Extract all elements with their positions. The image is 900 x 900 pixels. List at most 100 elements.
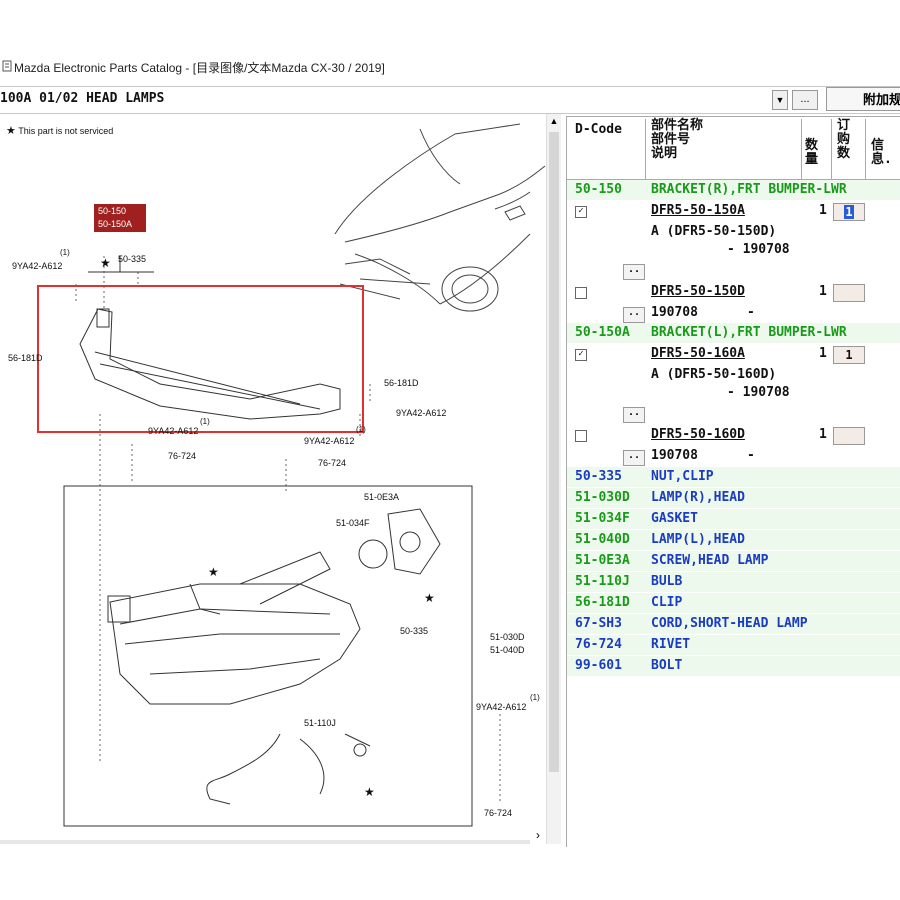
part-number[interactable]: DFR5-50-150A <box>651 201 745 221</box>
callout-label[interactable]: 76-724 <box>484 808 512 818</box>
callout-label[interactable]: 51-0E3A <box>364 492 399 502</box>
more-info-button[interactable]: .. <box>623 307 645 323</box>
more-info-button[interactable]: .. <box>623 407 645 423</box>
part-description: NUT,CLIP <box>651 469 714 484</box>
part-description: CORD,SHORT-HEAD LAMP <box>651 616 808 631</box>
part-number-row[interactable]: DFR5-50-150D 1 <box>567 282 900 302</box>
callout-label[interactable]: 51-030D <box>490 632 525 642</box>
part-dcode: 50-150 <box>575 182 622 197</box>
part-number[interactable]: DFR5-50-160A <box>651 344 745 364</box>
header-quantity[interactable]: 数量 <box>805 139 827 167</box>
browse-button[interactable]: ... <box>792 90 818 110</box>
section-dropdown-button[interactable]: ▼ <box>772 90 788 110</box>
more-row: .. <box>567 403 900 423</box>
part-number[interactable]: DFR5-50-150D <box>651 282 745 302</box>
part-description: LAMP(R),HEAD <box>651 490 745 505</box>
select-checkbox[interactable] <box>575 430 587 442</box>
header-order-qty[interactable]: 订购数 <box>837 119 859 161</box>
highlight-label-50-150a[interactable]: 50-150A <box>98 219 132 229</box>
callout-label[interactable]: 56-181D <box>384 378 419 388</box>
part-group-row[interactable]: 50-335 NUT,CLIP <box>567 467 900 487</box>
part-group-row[interactable]: 51-0E3A SCREW,HEAD LAMP <box>567 551 900 571</box>
select-checkbox[interactable]: ✓ <box>575 206 587 218</box>
part-number[interactable]: DFR5-50-160D <box>651 425 745 445</box>
leader-lines <box>75 256 501 804</box>
callout-superscript: (1) <box>60 248 70 257</box>
callout-label[interactable]: 9YA42-A612 <box>476 702 526 712</box>
order-qty-input[interactable] <box>833 284 865 302</box>
part-description: BOLT <box>651 658 683 673</box>
callout-label[interactable]: 51-040D <box>490 645 525 655</box>
part-note-row: .. 190708 - <box>567 446 900 466</box>
column-divider <box>865 119 866 181</box>
column-divider <box>831 119 832 181</box>
callout-superscript: (1) <box>200 417 210 426</box>
part-qty: 1 <box>819 427 827 442</box>
callout-label[interactable]: 50-335 <box>400 626 428 636</box>
part-number-row[interactable]: ✓ DFR5-50-160A 1 1 <box>567 344 900 364</box>
order-qty-input[interactable]: 1 <box>833 346 865 364</box>
part-group-row[interactable]: 67-SH3 CORD,SHORT-HEAD LAMP <box>567 614 900 634</box>
diagram-vertical-scrollbar[interactable]: ▲ <box>546 114 561 844</box>
scroll-up-icon[interactable]: ▲ <box>547 114 561 128</box>
highlight-label-50-150[interactable]: 50-150 <box>98 206 126 216</box>
part-dcode: 76-724 <box>575 637 622 652</box>
part-dcode: 51-030D <box>575 490 630 505</box>
part-number-row[interactable]: DFR5-50-160D 1 <box>567 425 900 445</box>
callout-label[interactable]: 50-335 <box>118 254 146 264</box>
part-note: A (DFR5-50-150D) <box>651 224 777 239</box>
callout-label[interactable]: 51-034F <box>336 518 370 528</box>
star-icon: ★ <box>100 256 111 270</box>
parts-list-rows: 50-150 BRACKET(R),FRT BUMPER-LWR ✓ DFR5-… <box>567 180 900 680</box>
header-dcode[interactable]: D-Code <box>575 123 622 137</box>
part-dcode: 51-040D <box>575 532 630 547</box>
part-group-row[interactable]: 56-181D CLIP <box>567 593 900 613</box>
part-number-row[interactable]: ✓ DFR5-50-150A 1 1 <box>567 201 900 221</box>
part-group-row[interactable]: 51-034F GASKET <box>567 509 900 529</box>
part-note-suffix: - <box>747 305 755 320</box>
part-group-row[interactable]: 50-150 BRACKET(R),FRT BUMPER-LWR <box>567 180 900 200</box>
part-group-row[interactable]: 51-040D LAMP(L),HEAD <box>567 530 900 550</box>
callout-label[interactable]: 9YA42-A612 <box>148 426 198 436</box>
part-note-row: - 190708 <box>567 240 900 260</box>
more-info-button[interactable]: .. <box>623 264 645 280</box>
callout-label[interactable]: 76-724 <box>168 451 196 461</box>
section-select[interactable]: 100A 01/02 HEAD LAMPS <box>0 89 770 109</box>
select-checkbox[interactable]: ✓ <box>575 349 587 361</box>
header-name-line: 部件号 <box>651 132 691 147</box>
callout-label[interactable]: 51-110J <box>304 718 336 728</box>
part-group-row[interactable]: 76-724 RIVET <box>567 635 900 655</box>
order-qty-input[interactable] <box>833 427 865 445</box>
part-note: - 190708 <box>727 242 790 257</box>
part-description: GASKET <box>651 511 698 526</box>
exploded-diagram-svg: 50-150 50-150A ★ ★ ★ ★ (1) 9YA42-A612 50… <box>8 123 546 827</box>
callout-label[interactable]: 9YA42-A612 <box>12 261 62 271</box>
header-part-name[interactable]: 部件名称 部件号 说明 <box>651 119 761 161</box>
order-qty-input[interactable]: 1 <box>833 203 865 221</box>
callout-label[interactable]: 76-724 <box>318 458 346 468</box>
part-group-row[interactable]: 51-110J BULB <box>567 572 900 592</box>
scroll-thumb[interactable] <box>549 132 559 772</box>
part-dcode: 51-110J <box>575 574 630 589</box>
additional-info-button[interactable]: 附加规 <box>826 87 900 111</box>
more-info-button[interactable]: .. <box>623 450 645 466</box>
diagram-horizontal-scrollbar[interactable] <box>0 840 530 844</box>
part-note-row: .. 190708 - <box>567 303 900 323</box>
part-note: A (DFR5-50-160D) <box>651 367 777 382</box>
select-checkbox[interactable] <box>575 287 587 299</box>
star-icon: ★ <box>208 565 219 579</box>
callout-label[interactable]: 56-181D <box>8 353 43 363</box>
part-group-row[interactable]: 99-601 BOLT <box>567 656 900 676</box>
callout-label[interactable]: 9YA42-A612 <box>396 408 446 418</box>
header-name-line: 部件名称 <box>651 118 704 133</box>
callout-label[interactable]: 9YA42-A612 <box>304 436 354 446</box>
header-info[interactable]: 信息. <box>871 139 897 167</box>
scroll-right-icon[interactable]: › <box>536 828 550 842</box>
part-description: SCREW,HEAD LAMP <box>651 553 769 568</box>
part-group-row[interactable]: 50-150A BRACKET(L),FRT BUMPER-LWR <box>567 323 900 343</box>
part-description: BRACKET(R),FRT BUMPER-LWR <box>651 182 847 197</box>
part-group-row[interactable]: 51-030D LAMP(R),HEAD <box>567 488 900 508</box>
column-divider <box>801 119 802 181</box>
callout-superscript: (1) <box>530 693 540 702</box>
part-qty: 1 <box>819 346 827 361</box>
